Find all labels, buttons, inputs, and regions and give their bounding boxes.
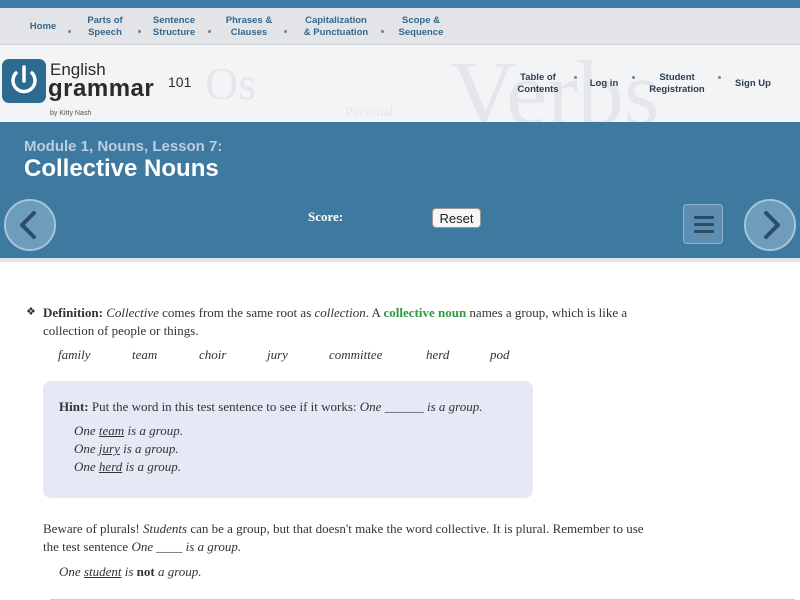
beware-group: is a group. [185, 539, 242, 554]
nav-table-of-contents[interactable]: Table of Contents [507, 45, 569, 122]
nav-parts-of-speech[interactable]: Parts of Speech [80, 8, 130, 45]
definition-text: names a group, which is like a [466, 305, 628, 320]
beware-text: can be a group, but that doesn't make th… [187, 521, 644, 536]
beware-students: Students [143, 521, 188, 536]
beware-line-2: the test sentence One ____ is a group. [43, 539, 241, 555]
hint-example: One team is a group. [74, 423, 183, 439]
top-strip [0, 0, 800, 8]
top-nav: Home Parts of Speech Sentence Structure … [0, 8, 800, 45]
menu-button[interactable] [683, 204, 723, 244]
example-word: pod [490, 347, 510, 362]
hint-example: One jury is a group. [74, 441, 179, 457]
nav-separator [381, 30, 384, 33]
beware-blank: ____ [153, 539, 186, 554]
background-decoration: Os [205, 58, 257, 109]
hint-example-pre: One [74, 459, 99, 474]
student-post: a group. [154, 564, 202, 579]
hint-example-post: is a group. [122, 459, 182, 474]
hint-example-pre: One [74, 423, 99, 438]
nav-sentence-structure[interactable]: Sentence Structure [146, 8, 202, 45]
hint-example-post: is a group. [124, 423, 183, 438]
page-title: Collective Nouns [24, 155, 219, 182]
lesson-content: ❖ Definition: Collective comes from the … [0, 262, 800, 600]
definition-word-collection: collection [314, 305, 366, 320]
logo-101[interactable]: 101 [168, 74, 191, 90]
hint-example: One herd is a group. [74, 459, 181, 475]
hint-test-group: is a group. [426, 399, 483, 414]
nav-separator [574, 76, 577, 79]
byline: by Kitty Nash [50, 110, 92, 117]
power-logo-icon[interactable] [2, 59, 46, 103]
nav-home[interactable]: Home [22, 8, 64, 45]
student-pre: One [59, 564, 84, 579]
nav-separator [718, 76, 721, 79]
collective-noun-term: collective noun [383, 305, 467, 320]
nav-separator [138, 30, 141, 33]
hint-example-pre: One [74, 441, 99, 456]
nav-capitalization-punctuation[interactable]: Capitalization & Punctuation [298, 8, 374, 45]
hint-line: Hint: Put the word in this test sentence… [59, 399, 482, 415]
lesson-banner: Module 1, Nouns, Lesson 7: Collective No… [0, 122, 800, 258]
definition-text: . A [365, 305, 384, 320]
next-button[interactable] [744, 199, 796, 251]
definition-label: Definition: [43, 305, 103, 320]
hamburger-icon [694, 216, 714, 219]
hint-example-word: jury [98, 441, 120, 456]
hint-test-one: One [359, 399, 382, 414]
diamond-bullet-icon: ❖ [26, 306, 36, 318]
chevron-right-icon [764, 211, 780, 239]
hint-blank: ______ [381, 399, 427, 414]
beware-text: the test sentence [43, 539, 132, 554]
nav-phrases-clauses[interactable]: Phrases & Clauses [220, 8, 278, 45]
example-word: herd [426, 347, 450, 362]
definition-line-2: collection of people or things. [43, 323, 199, 338]
hint-label: Hint: [59, 399, 89, 414]
site-header: Os Verbs Personal English grammar 101 by… [0, 45, 800, 122]
hint-example-word: herd [98, 459, 123, 474]
nav-separator [284, 30, 287, 33]
score-label: Score: [308, 209, 344, 224]
definition-text: comes from the same root as [158, 305, 315, 320]
previous-button[interactable] [4, 199, 56, 251]
nav-separator [208, 30, 211, 33]
nav-log-in[interactable]: Log in [584, 45, 624, 122]
nav-sign-up[interactable]: Sign Up [728, 45, 778, 122]
hamburger-icon [694, 230, 714, 233]
reset-button[interactable]: Reset [432, 208, 481, 228]
example-word: committee [329, 347, 383, 362]
hint-example-post: is a group. [119, 441, 179, 456]
module-label: Module 1, Nouns, Lesson 7: [24, 138, 223, 155]
background-decoration: Personal [345, 105, 394, 120]
student-not: not [136, 564, 155, 579]
example-word: choir [199, 347, 227, 362]
definition-word-collective: Collective [106, 305, 159, 320]
nav-separator [68, 30, 71, 33]
chevron-left-icon [20, 211, 36, 239]
student-example: One student is not a group. [59, 564, 202, 580]
hint-example-word: team [98, 423, 125, 438]
example-word: team [132, 347, 158, 362]
beware-text: Beware of plurals! [43, 521, 143, 536]
nav-student-registration[interactable]: Student Registration [642, 45, 712, 122]
hint-text: Put the word in this test sentence to se… [88, 399, 360, 414]
logo-grammar[interactable]: grammar [48, 75, 154, 103]
nav-separator [632, 76, 635, 79]
nav-scope-sequence[interactable]: Scope & Sequence [394, 8, 448, 45]
definition-line: Definition: Collective comes from the sa… [43, 304, 627, 322]
beware-line: Beware of plurals! Students can be a gro… [43, 521, 644, 537]
hamburger-icon [694, 223, 714, 226]
beware-one: One [131, 539, 154, 554]
example-word: jury [267, 347, 288, 362]
hint-box: Hint: Put the word in this test sentence… [43, 381, 533, 498]
example-word: family [58, 347, 91, 362]
student-word: student [83, 564, 122, 579]
student-mid: is [121, 564, 137, 579]
